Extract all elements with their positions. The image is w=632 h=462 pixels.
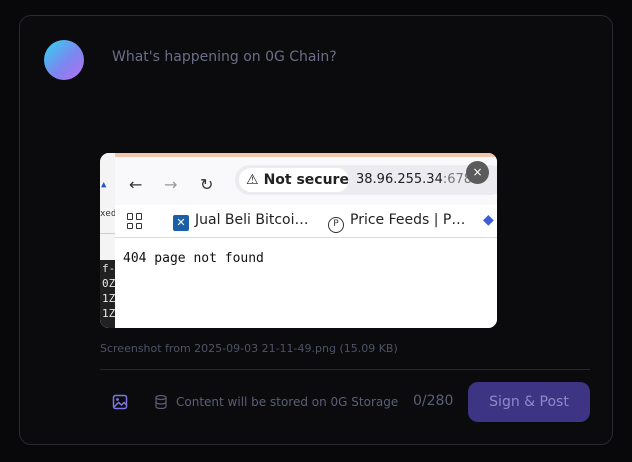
database-icon	[155, 395, 167, 409]
terminal-line: f-	[102, 262, 115, 275]
bookmark-label: Price Feeds | P…	[350, 212, 466, 228]
bookmark-label: Jual Beli Bitcoi…	[195, 212, 309, 228]
remove-attachment-close-icon[interactable]: ×	[466, 161, 489, 184]
terminal-line: 1Z	[102, 307, 115, 320]
character-counter: 0/280	[413, 393, 454, 409]
attachment-caption: Screenshot from 2025-09-03 21-11-49.png …	[100, 342, 398, 355]
terminal-line: 0Z	[102, 277, 115, 290]
url-host: 38.96.255.34	[356, 172, 443, 187]
page-body-text: 404 page not found	[123, 251, 264, 266]
url-text: 38.96.255.34:6789	[356, 172, 480, 187]
x-favicon-icon: ✕	[173, 215, 189, 231]
security-label: Not secure	[263, 172, 349, 188]
browser-divider	[115, 237, 497, 238]
screenshot-fragment-icon: ▲	[101, 180, 107, 190]
screenshot-left-strip: ▲ xed f- 0Z 1Z 1Z	[100, 153, 115, 328]
post-input[interactable]: What's happening on 0G Chain?	[112, 49, 337, 65]
screenshot-fragment-text: xed	[100, 209, 115, 219]
ethereum-icon: ◆	[483, 212, 494, 228]
screenshot-browser-window: ← → ↻ ⚠ Not secure 38.96.255.34:6789 ✕ Ju…	[115, 153, 497, 328]
bookmarks-bar: ✕ Jual Beli Bitcoi… P Price Feeds | P… ◆	[115, 205, 497, 237]
bookmark-item: P Price Feeds | P…	[328, 212, 465, 233]
storage-note: Content will be stored on 0G Storage	[176, 395, 399, 409]
attached-image-preview: ▲ xed f- 0Z 1Z 1Z ← → ↻ ⚠ Not secure 38.…	[100, 153, 497, 328]
bookmark-item: ✕ Jual Beli Bitcoi…	[173, 212, 309, 231]
avatar	[44, 40, 84, 80]
screenshot-fragment-divider	[100, 233, 115, 234]
apps-grid-icon	[127, 213, 143, 229]
warning-icon: ⚠	[246, 172, 259, 188]
back-arrow-icon: ←	[129, 175, 143, 194]
composer-divider	[100, 369, 590, 370]
terminal-line: 1Z	[102, 292, 115, 305]
screenshot-terminal: f- 0Z 1Z 1Z	[100, 260, 115, 328]
sign-and-post-button[interactable]: Sign & Post	[468, 382, 590, 422]
security-chip: ⚠ Not secure	[239, 168, 349, 192]
image-upload-icon[interactable]	[112, 394, 128, 410]
reload-icon: ↻	[200, 175, 214, 194]
p-favicon-icon: P	[328, 217, 344, 233]
forward-arrow-icon: →	[164, 175, 178, 194]
